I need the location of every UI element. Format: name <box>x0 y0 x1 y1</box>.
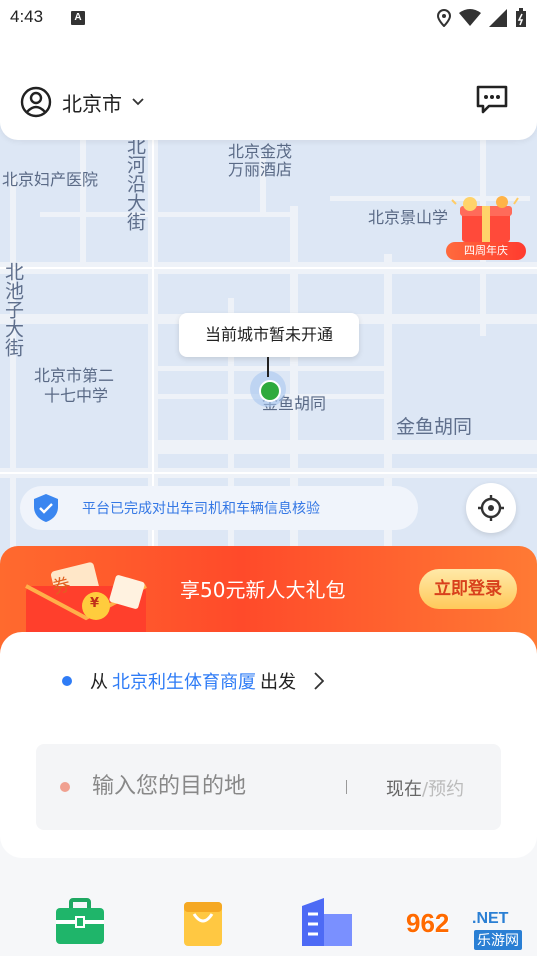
user-avatar-icon[interactable] <box>20 86 52 118</box>
coin-text: ¥ <box>90 596 100 611</box>
message-button[interactable] <box>475 84 509 120</box>
wifi-icon <box>459 9 481 26</box>
map-label-jinyu-big: 金鱼胡同 <box>396 416 473 438</box>
locate-crosshair-icon[interactable] <box>477 494 505 522</box>
destination-dot <box>60 782 70 792</box>
pickup-prefix: 从 <box>90 672 108 693</box>
briefcase-icon[interactable] <box>54 898 106 946</box>
gift-box-icon <box>451 196 519 242</box>
status-time: 4:43 <box>10 7 44 26</box>
header-card: 北京市 <box>0 36 537 140</box>
anniversary-badge[interactable]: 四周年庆 <box>444 194 526 260</box>
verify-text: 平台已完成对出车司机和车辆信息核验 <box>82 501 320 517</box>
location-icon <box>437 9 451 27</box>
pickup-place[interactable]: 北京利生体育商厦 <box>112 668 256 694</box>
city-name[interactable]: 北京市 <box>62 88 122 117</box>
status-bar: 4:43 A <box>0 0 537 36</box>
chevron-down-icon[interactable] <box>132 98 144 106</box>
time-now[interactable]: 现在 <box>386 779 422 800</box>
map-label-jinmao-2: 万丽酒店 <box>228 160 293 179</box>
pickup-row[interactable]: 从 北京利生体育商厦 出发 <box>62 668 324 694</box>
destination-box[interactable]: 现在/预约 <box>36 744 501 830</box>
trip-card: 从 北京利生体育商厦 出发 现在/预约 <box>0 632 537 858</box>
pickup-suffix: 出发 <box>260 672 296 693</box>
city-not-open-tooltip: 当前城市暂未开通 <box>179 313 359 357</box>
login-button[interactable]: 立即登录 <box>419 569 517 609</box>
status-icons <box>437 8 527 28</box>
pickup-dot <box>62 676 72 686</box>
destination-separator <box>346 780 347 794</box>
locate-button[interactable] <box>466 483 516 533</box>
time-reserve[interactable]: 预约 <box>428 779 464 800</box>
city-selector[interactable]: 北京市 <box>20 86 144 118</box>
time-selector[interactable]: 现在/预约 <box>386 775 464 801</box>
shopping-bag-icon[interactable] <box>182 898 224 946</box>
watermark-net: .NET <box>472 910 509 927</box>
map-label-beichizi: 北池子大街 <box>2 262 24 357</box>
chevron-right-icon[interactable] <box>314 672 324 690</box>
map-label-beiheyan: 北河沿大街 <box>124 136 146 231</box>
map-label-school-2: 十七中学 <box>44 386 109 405</box>
pin-stem <box>267 357 269 377</box>
watermark-sub: 乐游网 <box>474 930 522 950</box>
map-label-maternity-hospital: 北京妇产医院 <box>2 170 99 189</box>
destination-input[interactable] <box>92 768 332 804</box>
building-icon[interactable] <box>300 898 356 948</box>
promo-title: 享50元新人大礼包 <box>180 578 346 602</box>
signal-icon <box>489 9 507 27</box>
verify-banner[interactable]: 平台已完成对出车司机和车辆信息核验 <box>20 486 418 530</box>
watermark-number: 962 <box>406 908 450 938</box>
anniversary-label: 四周年庆 <box>446 242 526 260</box>
message-icon[interactable] <box>475 84 509 116</box>
map-label-jingshan: 北京景山学 <box>368 208 449 227</box>
notification-badge: A <box>71 11 85 25</box>
shield-icon <box>34 494 58 522</box>
site-watermark: 962 .NET 乐游网 <box>398 908 532 952</box>
battery-icon <box>516 8 526 27</box>
